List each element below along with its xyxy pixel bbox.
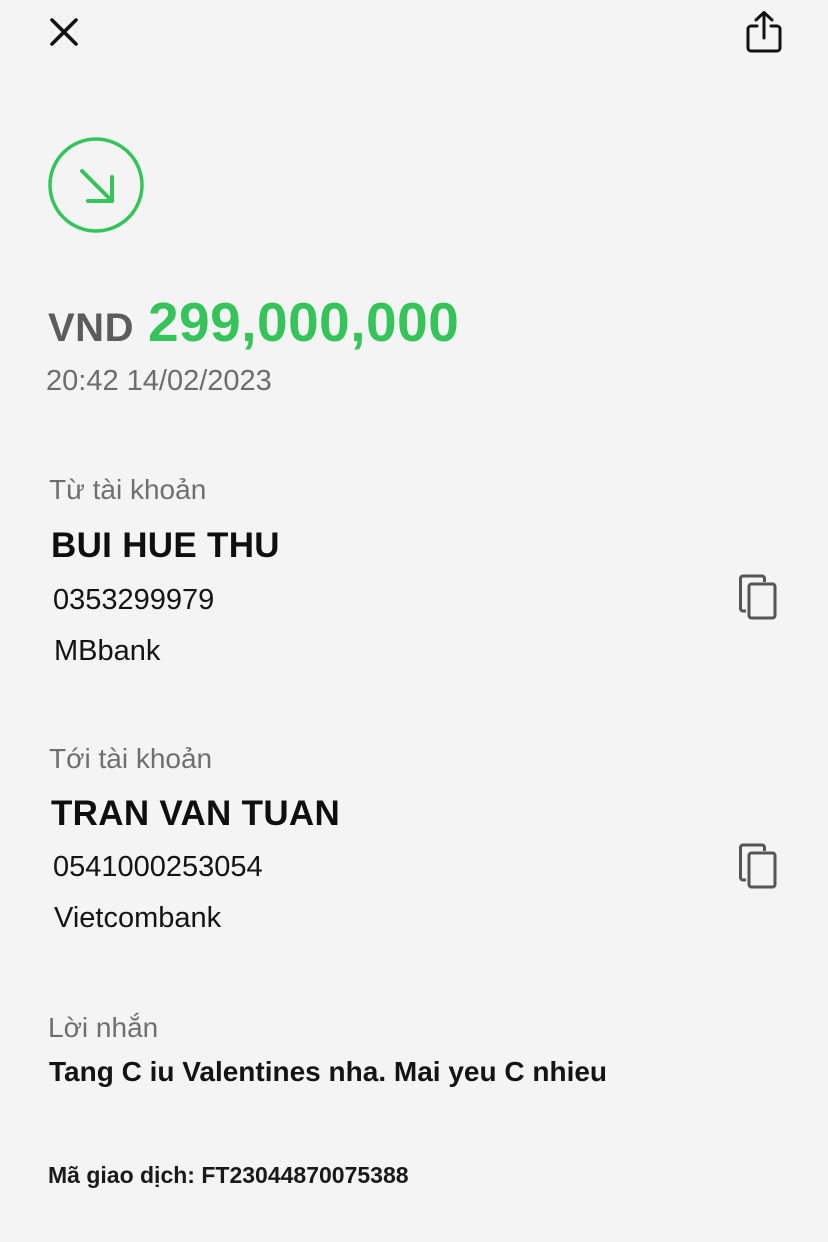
share-button[interactable] <box>738 6 790 58</box>
message-label: Lời nhắn <box>48 1012 159 1043</box>
to-account-name: TRAN VAN TUAN <box>51 794 341 833</box>
to-account-number: 0541000253054 <box>53 851 263 883</box>
copy-icon <box>739 843 777 889</box>
incoming-transfer-status <box>48 137 144 233</box>
close-button[interactable] <box>40 8 88 56</box>
incoming-arrow-icon <box>48 137 144 233</box>
from-account-label: Từ tài khoản <box>49 474 207 505</box>
transaction-amount: 299,000,000 <box>147 291 460 353</box>
currency-code: VND <box>48 306 134 350</box>
copy-from-account-button[interactable] <box>732 569 784 625</box>
from-account-name: BUI HUE THU <box>51 526 280 565</box>
transaction-datetime: 20:42 14/02/2023 <box>46 365 272 397</box>
transaction-reference-label: Mã giao dịch: <box>48 1162 195 1188</box>
to-bank-name: Vietcombank <box>54 902 222 934</box>
from-account-number: 0353299979 <box>53 584 215 616</box>
from-bank-name: MBbank <box>54 635 161 667</box>
transaction-reference-code: FT23044870075388 <box>201 1162 409 1188</box>
share-icon <box>746 11 782 53</box>
amount-row: VND 299,000,000 <box>48 290 459 354</box>
to-account-label: Tới tài khoản <box>49 743 213 774</box>
copy-to-account-button[interactable] <box>732 838 784 894</box>
message-text: Tang C iu Valentines nha. Mai yeu C nhie… <box>49 1056 608 1087</box>
close-icon <box>50 18 78 46</box>
copy-icon <box>739 574 777 620</box>
transaction-reference: Mã giao dịch: FT23044870075388 <box>48 1162 409 1189</box>
